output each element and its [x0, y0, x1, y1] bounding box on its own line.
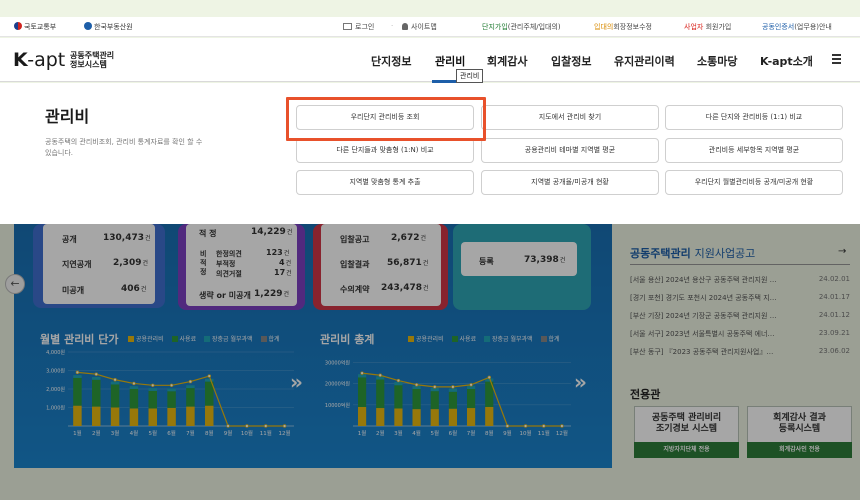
- menu-management-fee[interactable]: 관리비: [435, 53, 465, 69]
- background-content: 공개 130,473건 지연공개 2,309건 미공개 406건 적 정 14,…: [0, 224, 860, 500]
- login-label: 로그인: [355, 23, 375, 31]
- logo-subtitle: 공동주택관리 정보시스템: [70, 51, 114, 69]
- regional-disclosure-button[interactable]: 지역별 공개율/미공개 현황: [481, 170, 659, 195]
- join-link[interactable]: 단지가입(관리주체/입대의): [482, 22, 561, 32]
- logo-line2: 정보시스템: [70, 60, 107, 69]
- menu-bidding[interactable]: 입찰정보: [551, 53, 591, 69]
- one-to-one-compare-button[interactable]: 다른 단지와 관리비등 (1:1) 비교: [665, 105, 843, 130]
- panel-description: 공동주택의 관리비조회, 관리비 통계자료를 확인 할 수 있습니다.: [45, 138, 203, 157]
- menu-maintenance[interactable]: 유지관리이력: [614, 53, 675, 69]
- theme-regional-average-button[interactable]: 공용관리비 테마별 지역별 평균: [481, 138, 659, 163]
- resident-main-label: 입대의: [594, 23, 614, 31]
- resident-link[interactable]: 입대의회장정보수정: [594, 22, 652, 32]
- molit-logo[interactable]: 국토교통부: [14, 22, 56, 32]
- biz-sub-label: 회원가입: [705, 23, 732, 31]
- logo-k: K: [13, 49, 28, 71]
- kapt-logo[interactable]: K-apt 공동주택관리 정보시스템: [13, 49, 114, 71]
- taegeuk-icon: [14, 22, 22, 30]
- menu-complex-info[interactable]: 단지정보: [371, 53, 411, 69]
- hamburger-menu-icon[interactable]: [832, 54, 841, 66]
- cert-main-label: 공동인증서: [762, 23, 795, 31]
- menu-audit[interactable]: 회계감사: [487, 53, 527, 69]
- molit-label: 국토교통부: [24, 23, 57, 31]
- resident-sub-label: 회장정보수정: [613, 23, 652, 31]
- menu-tooltip: 관리비: [456, 69, 484, 83]
- logo-line1: 공동주택관리: [70, 51, 115, 60]
- sitemap-label: 사이트맵: [411, 23, 437, 31]
- highlight-box: [286, 97, 486, 141]
- sitemap-link[interactable]: 사이트맵: [402, 22, 437, 32]
- biz-main-label: 사업자: [684, 23, 704, 31]
- page: 국토교통부 한국부동산원 로그인 · 사이트맵 단지가입(관리주체/입대의) 입…: [0, 0, 860, 500]
- detail-regional-average-button[interactable]: 관리비등 세부항목 지역별 평균: [665, 138, 843, 163]
- panel-title: 관리비: [45, 107, 90, 126]
- join-main-label: 단지가입: [482, 23, 508, 31]
- reb-icon: [84, 22, 92, 30]
- dim-overlay: [0, 224, 860, 500]
- person-icon: [402, 23, 408, 30]
- map-fee-search-button[interactable]: 지도에서 관리비 찾기: [481, 105, 659, 130]
- utility-bar: 국토교통부 한국부동산원 로그인 · 사이트맵 단지가입(관리주체/입대의) 입…: [0, 17, 860, 37]
- monitor-icon: [343, 23, 352, 30]
- cert-sub-label: (업무용)안내: [794, 23, 832, 31]
- logo-apt: -apt: [27, 49, 66, 71]
- biz-link[interactable]: 사업자 회원가입: [684, 22, 731, 32]
- monthly-disclosure-button[interactable]: 우리단지 월별관리비등 공개/미공개 현황: [665, 170, 843, 195]
- regional-stats-button[interactable]: 지역별 맞춤형 통계 추출: [296, 170, 474, 195]
- reb-logo[interactable]: 한국부동산원: [84, 22, 133, 32]
- reb-label: 한국부동산원: [94, 23, 133, 31]
- join-sub-label: (관리주체/입대의): [507, 23, 561, 31]
- login-link[interactable]: 로그인: [343, 22, 374, 32]
- cert-link[interactable]: 공동인증서(업무용)안내: [762, 22, 832, 32]
- one-to-n-compare-button[interactable]: 다른 단지들과 맞춤형 (1:N) 비교: [296, 138, 474, 163]
- main-navigation: K-apt 공동주택관리 정보시스템 단지정보 관리비 회계감사 입찰정보 유지관…: [0, 38, 860, 82]
- menu-about[interactable]: K-apt소개: [760, 53, 813, 69]
- divider-dot: ·: [391, 22, 394, 30]
- menu-community[interactable]: 소통마당: [697, 53, 737, 69]
